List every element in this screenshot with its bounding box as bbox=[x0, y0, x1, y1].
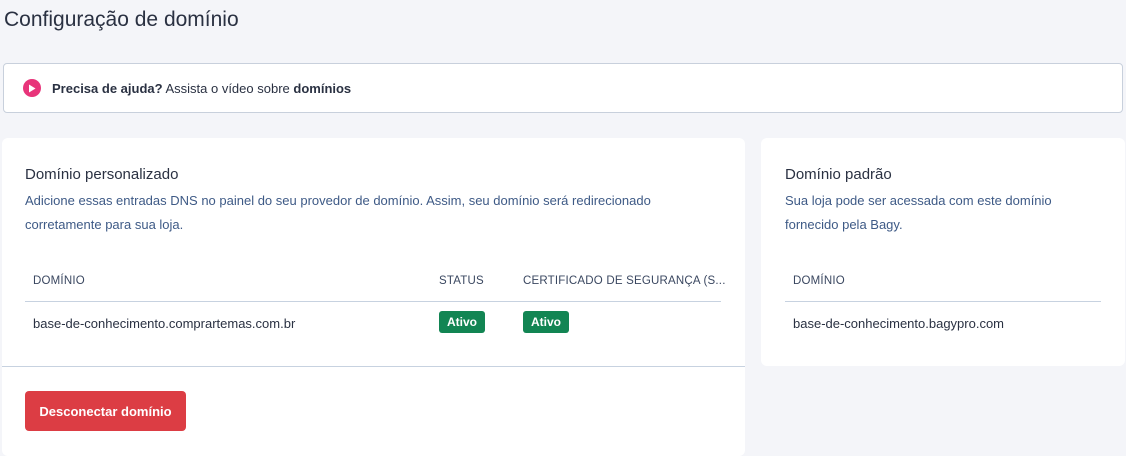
play-icon[interactable] bbox=[23, 79, 41, 97]
column-header-domain: DOMÍNIO bbox=[33, 275, 85, 287]
default-domain-card: Domínio padrão Sua loja pode ser acessad… bbox=[761, 138, 1125, 366]
help-banner: Precisa de ajuda? Assista o vídeo sobre … bbox=[3, 63, 1123, 113]
default-domain-description: Sua loja pode ser acessada com este domí… bbox=[785, 193, 1052, 232]
help-text-body: Assista o vídeo sobre bbox=[165, 80, 290, 96]
table-divider bbox=[25, 301, 721, 302]
card-footer-divider bbox=[2, 366, 745, 367]
custom-domain-title: Domínio personalizado bbox=[25, 166, 179, 183]
custom-domain-description: Adicione essas entradas DNS no painel do… bbox=[25, 193, 651, 232]
certificate-status-badge: Ativo bbox=[523, 311, 569, 333]
custom-domain-card: Domínio personalizado Adicione essas ent… bbox=[2, 138, 745, 456]
help-bold-prefix: Precisa de ajuda? bbox=[52, 80, 163, 96]
status-badge: Ativo bbox=[439, 311, 485, 333]
column-header-domain: DOMÍNIO bbox=[793, 275, 845, 287]
column-header-status: STATUS bbox=[439, 275, 484, 287]
default-domain-title: Domínio padrão bbox=[785, 166, 892, 183]
disconnect-domain-button[interactable]: Desconectar domínio bbox=[25, 391, 186, 431]
help-text: Precisa de ajuda? Assista o vídeo sobre … bbox=[52, 81, 351, 96]
help-domains-link[interactable]: domínios bbox=[293, 81, 351, 96]
table-divider bbox=[785, 301, 1101, 302]
page-title: Configuração de domínio bbox=[4, 8, 239, 31]
custom-domain-value: base-de-conhecimento.comprartemas.com.br bbox=[33, 316, 296, 331]
default-domain-value: base-de-conhecimento.bagypro.com bbox=[793, 316, 1005, 331]
column-header-certificate: CERTIFICADO DE SEGURANÇA (S... bbox=[523, 275, 726, 287]
